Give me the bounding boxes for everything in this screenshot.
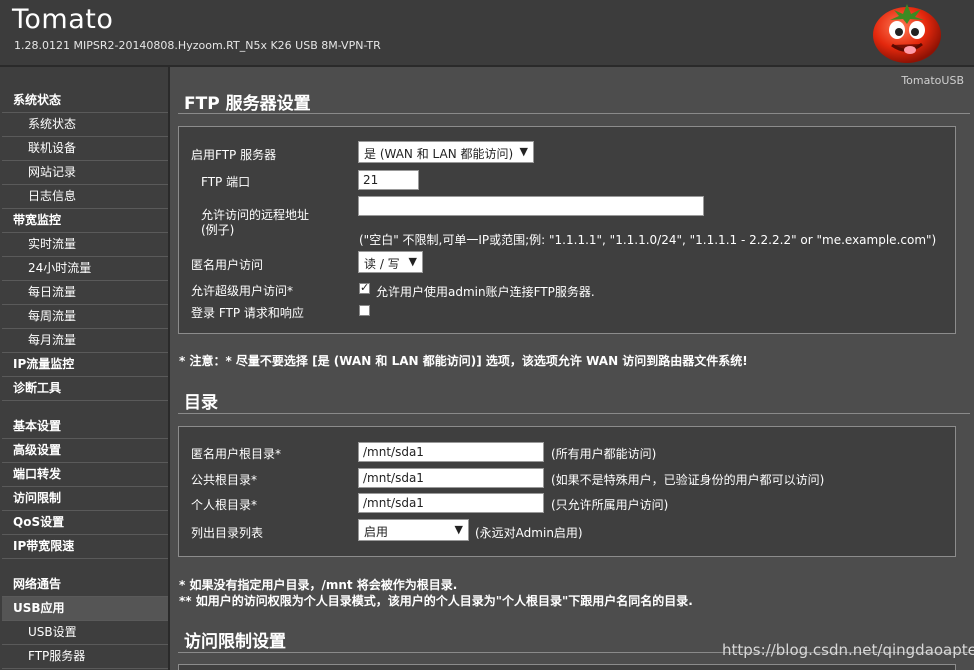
sidebar-item-monthly[interactable]: 每月流量 <box>2 329 168 353</box>
anonymous-root-hint: (所有用户都能访问) <box>551 447 657 461</box>
anonymous-access-select[interactable]: 读 / 写 ▼ <box>358 251 423 273</box>
sidebar-item-bw-limiter[interactable]: IP带宽限速 <box>2 535 168 559</box>
section-divider <box>178 113 970 114</box>
sidebar-item-bandwidth[interactable]: 带宽监控 <box>2 209 168 233</box>
ftp-port-label: FTP 端口 <box>201 175 251 189</box>
directories-note-1: * 如果没有指定用户目录，/mnt 将会被作为根目录. <box>179 578 458 592</box>
ftp-port-input[interactable] <box>358 170 419 190</box>
sidebar-item-daily[interactable]: 每日流量 <box>2 281 168 305</box>
anonymous-root-label: 匿名用户根目录* <box>191 447 282 461</box>
sidebar-item-realtime[interactable]: 实时流量 <box>2 233 168 257</box>
tomato-logo-icon <box>873 4 941 63</box>
public-root-hint: (如果不是特殊用户，已验证身份的用户都可以访问) <box>551 473 825 487</box>
sidebar-item-ip-traffic[interactable]: IP流量监控 <box>2 353 168 377</box>
ftp-settings-panel: 启用FTP 服务器 是 (WAN 和 LAN 都能访问) ▼ FTP 端口 允许… <box>178 126 956 334</box>
ftp-warning-note: * 注意：* 尽量不要选择 [是 (WAN 和 LAN 都能访问)] 选项，该选… <box>179 354 748 368</box>
ftp-section-title: FTP 服务器设置 <box>184 94 311 114</box>
sidebar: 系统状态 系统状态 联机设备 网站记录 日志信息 带宽监控 实时流量 24小时流… <box>0 67 170 670</box>
access-section-title: 访问限制设置 <box>184 632 286 652</box>
sidebar-item-qos[interactable]: QoS设置 <box>2 511 168 535</box>
log-ftp-label: 登录 FTP 请求和响应 <box>191 306 304 320</box>
enable-ftp-label: 启用FTP 服务器 <box>191 148 277 162</box>
check-icon: ✓ <box>360 281 370 294</box>
private-root-input[interactable] <box>358 493 544 513</box>
sidebar-item-overview[interactable]: 系统状态 <box>2 113 168 137</box>
sidebar-item-devices[interactable]: 联机设备 <box>2 137 168 161</box>
sidebar-nav: 系统状态 系统状态 联机设备 网站记录 日志信息 带宽监控 实时流量 24小时流… <box>2 89 168 669</box>
sidebar-item-web-usage[interactable]: 网络通告 <box>2 573 168 597</box>
sidebar-item-weblog[interactable]: 网站记录 <box>2 161 168 185</box>
sidebar-item-24hours[interactable]: 24小时流量 <box>2 257 168 281</box>
list-directories-hint: (永远对Admin启用) <box>475 526 583 540</box>
enable-ftp-select[interactable]: 是 (WAN 和 LAN 都能访问) ▼ <box>358 141 534 163</box>
remote-address-input[interactable] <box>358 196 704 216</box>
log-ftp-checkbox[interactable] <box>359 305 370 316</box>
list-directories-label: 列出目录列表 <box>191 526 264 540</box>
public-root-label: 公共根目录* <box>191 473 258 487</box>
anonymous-access-value: 读 / 写 <box>364 257 400 271</box>
chevron-down-icon: ▼ <box>519 145 528 158</box>
sidebar-item-usb-settings[interactable]: USB设置 <box>2 621 168 645</box>
directories-section-title: 目录 <box>184 393 218 413</box>
sidebar-item-basic[interactable]: 基本设置 <box>2 415 168 439</box>
sidebar-item-advanced[interactable]: 高级设置 <box>2 439 168 463</box>
section-divider <box>178 413 970 414</box>
remote-address-example-label: (例子) <box>201 223 235 237</box>
sidebar-item-ftp-server[interactable]: FTP服务器 <box>2 645 168 669</box>
chevron-down-icon: ▼ <box>408 255 417 268</box>
private-root-label: 个人根目录* <box>191 498 258 512</box>
access-panel <box>178 664 956 670</box>
anonymous-root-input[interactable] <box>358 442 544 462</box>
remote-address-hint: ("空白" 不限制,可单一IP或范围;例: "1.1.1.1", "1.1.1.… <box>359 233 937 247</box>
superuser-access-label: 允许超级用户访问* <box>191 284 294 298</box>
directories-note-2: ** 如用户的访问权限为个人目录模式，该用户的个人目录为"个人根目录"下跟用户名… <box>179 594 693 608</box>
superuser-access-checkbox[interactable]: ✓ <box>359 281 370 294</box>
watermark-text: https://blog.csdn.net/qingdaoaptea <box>722 641 974 659</box>
list-directories-select[interactable]: 启用 ▼ <box>358 519 469 541</box>
sidebar-item-tools[interactable]: 诊断工具 <box>2 377 168 401</box>
firmware-version: 1.28.0121 MIPSR2-20140808.Hyzoom.RT_N5x … <box>14 39 381 52</box>
brand-tag: TomatoUSB <box>901 74 964 87</box>
sidebar-item-access-restriction[interactable]: 访问限制 <box>2 487 168 511</box>
sidebar-item-port-forward[interactable]: 端口转发 <box>2 463 168 487</box>
directories-panel: 匿名用户根目录* (所有用户都能访问) 公共根目录* (如果不是特殊用户，已验证… <box>178 426 956 557</box>
app-title: Tomato <box>12 4 114 35</box>
sidebar-item-usb[interactable]: USB应用 <box>2 597 168 621</box>
sidebar-item-logs[interactable]: 日志信息 <box>2 185 168 209</box>
sidebar-item-weekly[interactable]: 每周流量 <box>2 305 168 329</box>
chevron-down-icon: ▼ <box>454 523 463 536</box>
header-bar: Tomato 1.28.0121 MIPSR2-20140808.Hyzoom.… <box>0 0 974 67</box>
public-root-input[interactable] <box>358 468 544 488</box>
private-root-hint: (只允许所属用户访问) <box>551 498 669 512</box>
superuser-access-hint: 允许用户使用admin账户连接FTP服务器. <box>376 285 595 299</box>
anonymous-access-label: 匿名用户访问 <box>191 258 264 272</box>
list-directories-value: 启用 <box>364 525 389 539</box>
sidebar-item-status[interactable]: 系统状态 <box>2 89 168 113</box>
enable-ftp-value: 是 (WAN 和 LAN 都能访问) <box>364 147 514 161</box>
